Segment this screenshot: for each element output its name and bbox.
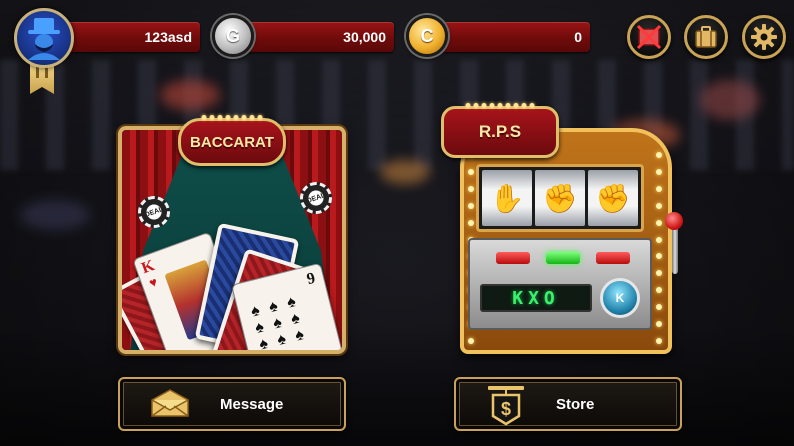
- deal-chip-label: DEAL: [143, 205, 165, 219]
- slot-lever-rod: [672, 224, 678, 274]
- message-label: Message: [220, 395, 284, 413]
- red-indicator-light: [496, 252, 530, 264]
- silver-balance-bar: 30,000: [238, 22, 394, 52]
- gold-coin-symbol: C: [420, 25, 434, 46]
- silver-coin-icon: G: [212, 15, 254, 57]
- plaque-bulbs: [465, 103, 535, 108]
- slot-lever-knob[interactable]: [665, 212, 683, 230]
- slot-display: KXO: [480, 284, 592, 312]
- background-light: [700, 80, 760, 120]
- settings-button[interactable]: [742, 15, 786, 59]
- deal-chip-label: DEAL: [305, 191, 327, 205]
- spade-suit-icon: ♠♠♠ ♠♠♠ ♠♠♠: [249, 290, 316, 354]
- green-indicator-light: [546, 252, 580, 264]
- gold-balance: 0: [574, 29, 582, 45]
- bag-button[interactable]: [684, 15, 728, 59]
- bag-icon: [695, 26, 717, 48]
- player-name: 123asd: [144, 29, 192, 45]
- silver-balance: 30,000: [343, 29, 386, 45]
- reel-paper-hand-icon: ✋: [482, 170, 532, 226]
- slot-control-panel: KXO K: [468, 238, 652, 330]
- store-icon-wrap: $: [456, 382, 556, 426]
- slot-reels: ✋ ✊ ✊: [476, 164, 644, 232]
- heart-suit-icon: ♥: [146, 273, 160, 291]
- rps-title: R.P.S: [478, 122, 522, 141]
- reel-rock-hand-icon: ✊: [535, 170, 585, 226]
- baccarat-title: BACCARAT: [190, 133, 274, 151]
- gentleman-avatar-icon: [28, 18, 60, 60]
- envelope-icon: [151, 389, 189, 417]
- gold-coin-icon: C: [406, 15, 448, 57]
- message-button[interactable]: Message: [118, 377, 346, 431]
- reel-rock-hand-icon: ✊: [588, 170, 638, 226]
- card-rank-nine: 9: [305, 269, 317, 289]
- spin-button[interactable]: K: [600, 278, 640, 318]
- store-button[interactable]: $ Store: [454, 377, 682, 431]
- silver-coin-symbol: G: [225, 25, 240, 46]
- plaque-bulbs: [201, 115, 263, 120]
- no-ads-button[interactable]: [627, 15, 671, 59]
- red-indicator-light: [596, 252, 630, 264]
- background-light: [380, 160, 430, 184]
- baccarat-title-plaque: BACCARAT: [178, 115, 286, 166]
- rps-title-plaque: R.P.S: [441, 103, 559, 158]
- message-icon-wrap: [120, 388, 220, 420]
- spin-button-label: K: [615, 291, 625, 305]
- svg-text:$: $: [501, 399, 511, 419]
- store-label: Store: [556, 395, 595, 413]
- background-light: [20, 200, 90, 230]
- slot-display-text: KXO: [512, 287, 560, 309]
- dollar-sign-icon: $: [488, 386, 524, 426]
- background-light: [160, 80, 220, 110]
- player-name-bar: 123asd: [60, 22, 200, 52]
- player-avatar[interactable]: [14, 8, 74, 68]
- no-ads-icon: [636, 24, 662, 50]
- gear-icon: [751, 24, 777, 50]
- slot-bulbs-right: [656, 152, 664, 344]
